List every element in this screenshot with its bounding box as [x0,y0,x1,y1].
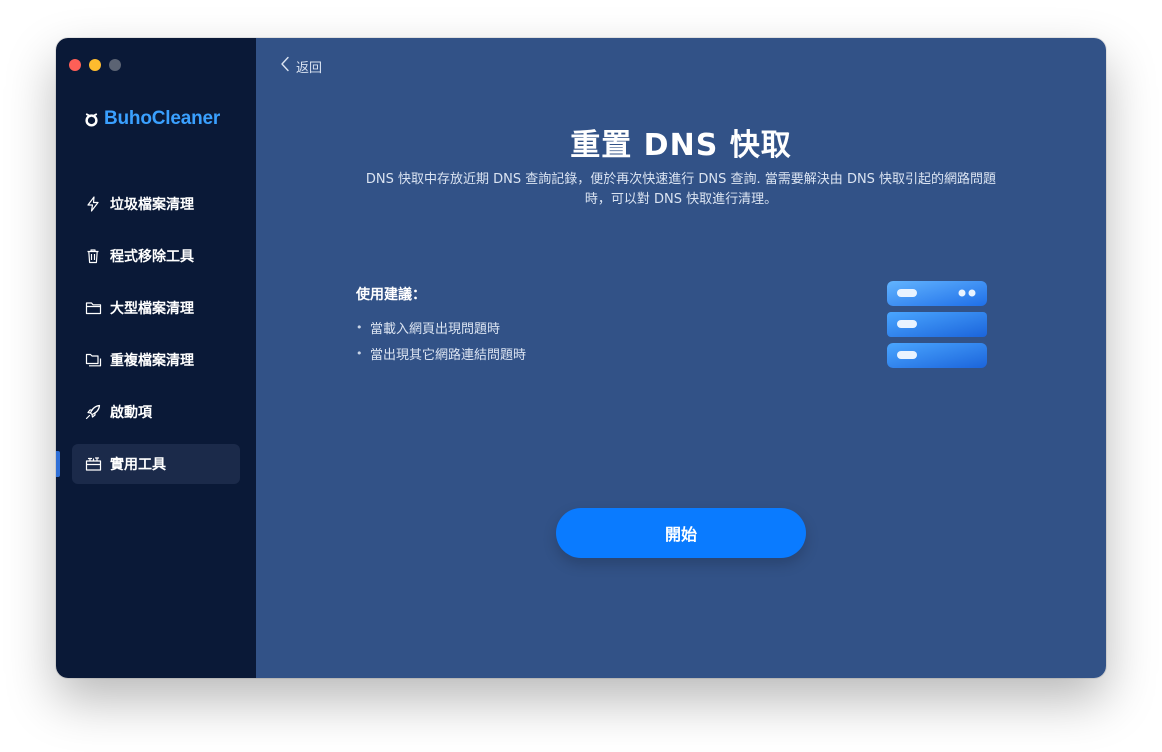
sidebar-item-toolkit[interactable]: 實用工具 [72,444,240,484]
trash-icon [84,247,102,265]
list-item: • 當出現其它網路連結問題時 [356,340,526,366]
tips-title: 使用建議： [356,287,426,303]
sidebar-item-junk-files[interactable]: 垃圾檔案清理 [72,184,240,224]
active-indicator [56,451,60,477]
sidebar-item-uninstaller[interactable]: 程式移除工具 [72,236,240,276]
minimize-window-button[interactable] [89,59,101,71]
page-description: DNS 快取中存放近期 DNS 查詢記錄，便於再次快速進行 DNS 查詢. 當需… [365,172,997,207]
tip-text: 當出現其它網路連結問題時 [370,347,527,363]
sidebar-item-label: 重複檔案清理 [110,353,194,369]
sidebar-nav: 垃圾檔案清理 程式移除工具 大型檔案清理 重複檔案清理 啟動項 實用工具 [72,184,240,496]
buho-logo-icon [84,112,98,127]
list-item: • 當載入網頁出現問題時 [356,314,526,340]
back-button[interactable]: 返回 [280,56,322,76]
app-name: BuhoCleaner [104,108,221,129]
close-window-button[interactable] [69,59,81,71]
app-window: BuhoCleaner 垃圾檔案清理 程式移除工具 大型檔案清理 重複檔案清理 … [56,38,1106,678]
dns-server-icon [885,279,989,371]
bolt-icon [84,195,102,213]
sidebar-item-label: 大型檔案清理 [110,301,194,317]
bullet-icon: • [356,346,363,360]
start-button[interactable]: 開始 [556,508,806,558]
chevron-left-icon [280,56,290,76]
sidebar: BuhoCleaner 垃圾檔案清理 程式移除工具 大型檔案清理 重複檔案清理 … [56,38,256,678]
duplicate-folder-icon [84,351,102,369]
usage-tips: 使用建議： • 當載入網頁出現問題時 • 當出現其它網路連結問題時 [356,284,526,366]
tip-text: 當載入網頁出現問題時 [370,321,501,337]
app-logo: BuhoCleaner [84,108,220,130]
folder-icon [84,299,102,317]
sidebar-item-large-files[interactable]: 大型檔案清理 [72,288,240,328]
page-title: 重置 DNS 快取 [570,128,792,163]
window-controls [69,59,121,71]
sidebar-item-label: 垃圾檔案清理 [110,197,194,213]
back-label: 返回 [296,60,323,76]
main-panel: 返回 重置 DNS 快取 DNS 快取中存放近期 DNS 查詢記錄，便於再次快速… [256,38,1106,678]
rocket-icon [84,403,102,421]
sidebar-item-label: 實用工具 [110,457,166,473]
sidebar-item-label: 程式移除工具 [110,249,194,265]
bullet-icon: • [356,320,363,334]
sidebar-item-label: 啟動項 [110,405,152,421]
toolbox-icon [84,455,102,473]
sidebar-item-duplicate-files[interactable]: 重複檔案清理 [72,340,240,380]
sidebar-item-startup-items[interactable]: 啟動項 [72,392,240,432]
zoom-window-button[interactable] [109,59,121,71]
